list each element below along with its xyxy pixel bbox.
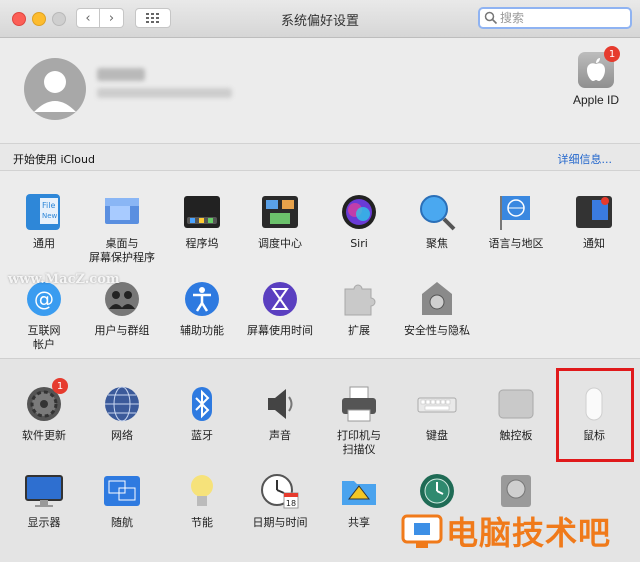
pane-energy-saver[interactable]: 节能 [162,471,242,530]
extensions-icon [339,279,379,319]
sharing-icon [339,471,379,511]
svg-text:New: New [42,212,58,220]
pane-internet-accounts[interactable]: @ 互联网 帐户 [4,279,84,352]
pane-extensions[interactable]: 扩展 [319,279,399,338]
account-email [97,88,232,98]
sound-icon [260,384,300,424]
icloud-prompt: 开始使用 iCloud [13,153,95,166]
software-update-icon: 1 [24,378,68,424]
energy-saver-icon [182,471,222,511]
search-field[interactable] [478,7,632,29]
spotlight-icon [417,192,457,232]
search-input[interactable] [498,10,622,26]
brand-logo-icon [401,514,443,548]
pane-notifications[interactable]: 通知 [554,192,634,251]
calendar-day: 18 [286,499,296,508]
account-section: 1 Apple ID [0,38,640,142]
time-machine-icon [417,471,457,511]
pane-displays[interactable]: 显示器 [4,471,84,530]
network-icon [102,384,142,424]
software-update-badge: 1 [52,378,68,394]
pane-bluetooth[interactable]: 蓝牙 [162,384,242,443]
apple-logo-icon: 1 [578,46,620,88]
avatar[interactable] [24,58,86,120]
pane-keyboard[interactable]: 键盘 [397,384,477,443]
pane-screen-time[interactable]: 屏幕使用时间 [240,279,320,338]
user-icon [34,71,76,112]
language-region-icon [496,192,536,232]
trackpad-icon [496,384,536,424]
pane-accessibility[interactable]: 辅助功能 [162,279,242,338]
pane-dock[interactable]: 程序坞 [162,192,242,251]
details-link[interactable]: 详细信息... [558,151,613,167]
pane-sharing[interactable]: 共享 [319,471,399,530]
icloud-bar: 开始使用 iCloud 详细信息... [0,143,640,171]
pane-users-groups[interactable]: 用户与群组 [82,279,162,338]
siri-icon [339,192,379,232]
dock-icon [182,192,222,232]
search-icon [484,11,498,25]
pane-language-region[interactable]: 语言与地区 [476,192,556,251]
pane-security-privacy[interactable]: 安全性与隐私 [397,279,477,338]
accessibility-icon [182,279,222,319]
general-icon: File New [24,192,64,232]
pane-general[interactable]: File New 通用 [4,192,84,251]
pane-desktop[interactable]: 桌面与 屏幕保护程序 [82,192,162,265]
displays-icon [24,471,64,511]
brand-text: 电脑技术吧 [446,514,612,552]
startup-disk-icon [496,471,536,511]
sidecar-icon [102,471,142,511]
pane-sound[interactable]: 声音 [240,384,320,443]
brand-watermark: 电脑技术吧 [400,508,611,554]
title-bar: ‹ › 系统偏好设置 [0,0,640,38]
svg-text:@: @ [34,287,54,311]
pane-date-time[interactable]: 18 日期与时间 [240,471,320,530]
account-name [97,68,145,81]
pane-mission-control[interactable]: 调度中心 [240,192,320,251]
date-time-icon: 18 [260,471,300,511]
keyboard-icon [417,384,457,424]
desktop-icon [102,192,142,232]
apple-id-badge: 1 [604,46,620,62]
printer-icon [339,384,379,424]
pane-siri[interactable]: Siri [319,192,399,251]
svg-text:File: File [42,201,55,210]
pane-sidecar[interactable]: 随航 [82,471,162,530]
bluetooth-icon [182,384,222,424]
apple-id-pane[interactable]: 1 Apple ID [570,46,622,107]
mission-control-icon [260,192,300,232]
site-watermark: www.MacZ.com [8,272,120,287]
pane-printers-scanners[interactable]: 打印机与 扫描仪 [319,384,399,457]
pane-spotlight[interactable]: 聚焦 [397,192,477,251]
security-privacy-icon [417,279,457,319]
pane-network[interactable]: 网络 [82,384,162,443]
highlight-box [556,368,634,462]
apple-id-label: Apple ID [572,93,620,107]
screen-time-icon [260,279,300,319]
notifications-icon [574,192,614,232]
pane-trackpad[interactable]: 触控板 [476,384,556,443]
pane-software-update[interactable]: 1 软件更新 [4,378,84,443]
